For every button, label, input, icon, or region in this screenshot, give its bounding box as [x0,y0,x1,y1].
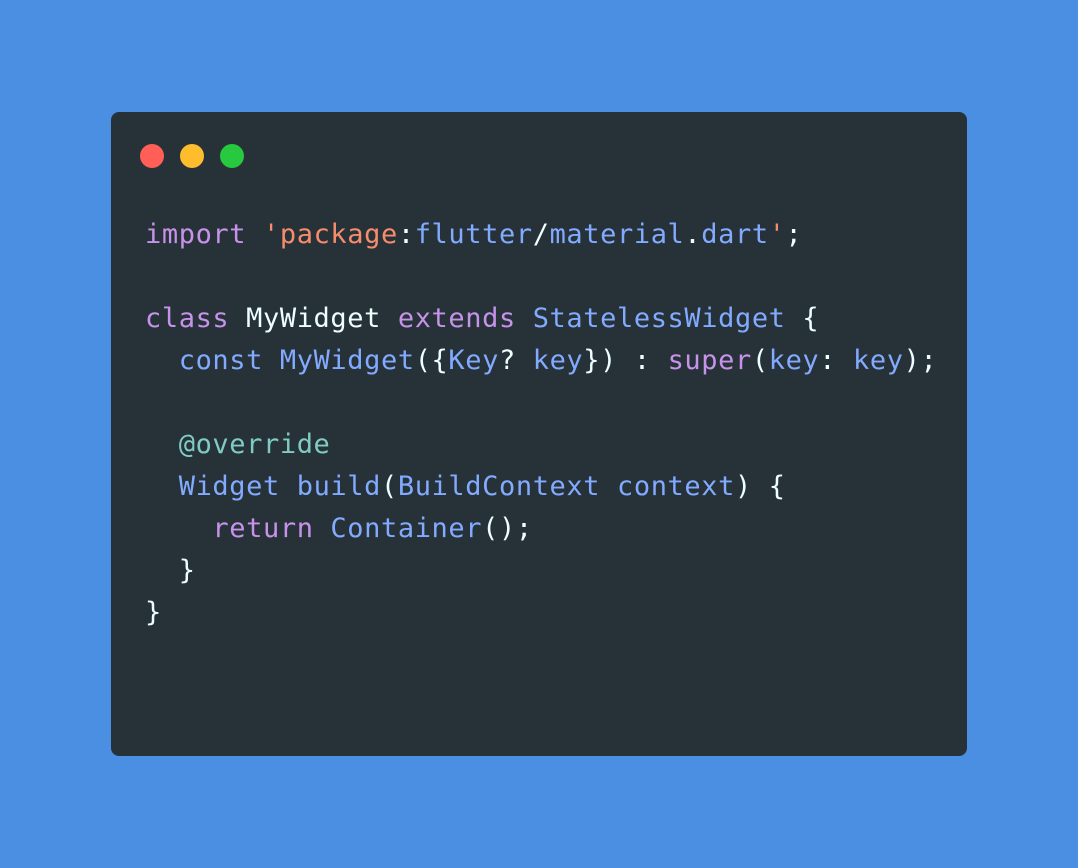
code-token: MyWidget [279,345,415,376]
code-window: import 'package:flutter/material.dart'; c… [111,112,967,756]
window-controls [140,144,244,170]
code-line: } [145,550,937,592]
code-token: class [145,303,230,334]
code-line: @override [145,424,937,466]
code-token: key [768,345,820,376]
code-token: super [667,345,752,376]
code-token: const [178,345,263,376]
code-token: . [684,219,702,250]
code-token: ( [381,471,398,502]
code-token: build [296,471,381,502]
code-token: Widget [178,471,280,502]
code-token: / [532,219,550,250]
code-token: context [616,471,735,502]
close-button[interactable] [140,144,164,168]
code-token: ) { [734,471,786,502]
code-token: @override [178,429,331,460]
code-token: import [145,219,247,250]
code-token: { [785,303,820,334]
code-token: return [212,513,314,544]
code-token: : [397,219,415,250]
code-line: return Container(); [145,508,937,550]
code-token: ({ [414,345,449,376]
code-token: extends [397,303,516,334]
code-token: ? [499,345,533,376]
code-line: class MyWidget extends StatelessWidget { [145,298,937,340]
code-token: ' [768,219,786,250]
code-token: : [819,345,854,376]
code-token: 'package [263,219,398,250]
code-token: ; [785,219,803,250]
code-token: ( [751,345,769,376]
code-token: MyWidget [229,303,398,334]
code-token: key [532,345,584,376]
code-token: (); [482,513,533,544]
code-line: const MyWidget({Key? key}) : super(key: … [145,340,937,382]
code-token: Key [448,345,499,376]
code-line: import 'package:flutter/material.dart'; [145,214,937,256]
code-token: ); [903,345,938,376]
code-token: }) : [583,345,668,376]
code-token: dart [701,219,769,250]
minimize-button[interactable] [180,144,204,168]
maximize-button[interactable] [220,144,244,168]
code-token: key [853,345,904,376]
code-token: StatelessWidget [532,303,786,334]
code-token: BuildContext [397,471,601,502]
code-token: Container [330,513,483,544]
code-line: } [145,592,937,634]
code-token: } [145,555,196,586]
code-line: Widget build(BuildContext context) { [145,466,937,508]
code-token: } [145,597,162,628]
code-token: material [549,219,685,250]
code-block: import 'package:flutter/material.dart'; c… [145,214,937,634]
code-token: flutter [414,219,533,250]
